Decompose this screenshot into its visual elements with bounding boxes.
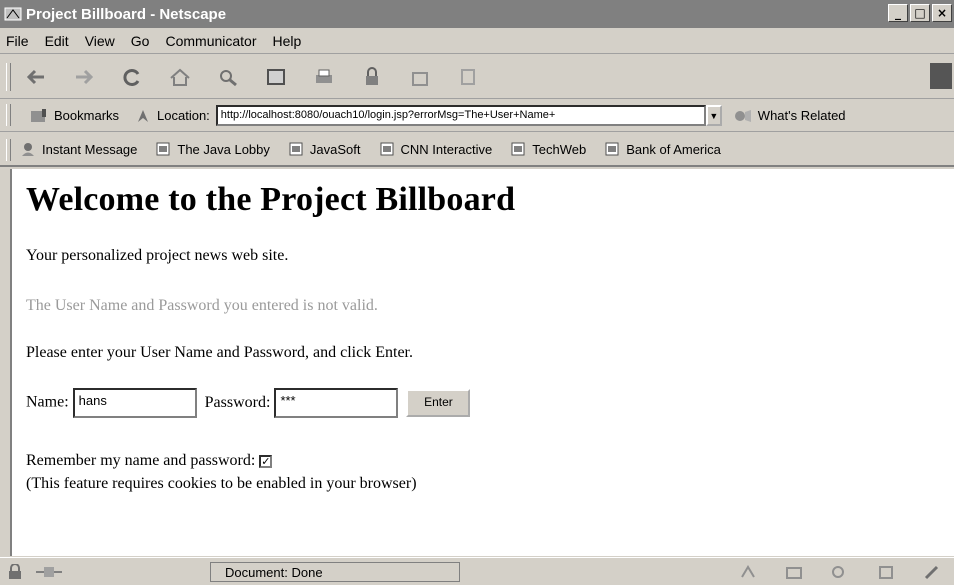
security-lock-icon[interactable] [6,563,26,580]
mailbox-icon[interactable] [784,563,804,581]
navigation-toolbar [0,55,954,99]
status-bar: Document: Done [0,557,954,585]
menu-bar: File Edit View Go Communicator Help [0,28,954,54]
whats-related-button[interactable]: What's Related [732,107,846,125]
maximize-button[interactable]: □ [910,4,930,22]
navigator-icon[interactable] [738,563,758,581]
location-icon [138,109,149,122]
personal-item-instant-message[interactable]: Instant Message [20,141,137,157]
status-left [0,563,210,580]
login-form: Name: hans Password: *** Enter [26,388,471,418]
back-icon[interactable] [22,64,50,90]
minimize-button[interactable]: _ [888,4,908,22]
print-icon[interactable] [310,64,338,90]
page-content: Welcome to the Project Billboard Your pe… [10,169,954,556]
menu-file[interactable]: File [6,33,29,49]
bookmark-page-icon [156,142,170,156]
personal-item-label: JavaSoft [309,141,361,157]
remember-label: Remember my name and password: [26,452,256,469]
location-label: Location: [157,108,210,123]
password-input[interactable]: *** [274,388,399,418]
toolbar-grip[interactable] [6,63,11,91]
enter-button[interactable]: Enter [406,389,471,417]
bookmark-page-icon [605,142,619,156]
instant-message-icon [22,143,34,156]
netscape-icon [4,7,22,21]
personal-item-label: TechWeb [532,141,587,157]
url-input[interactable]: http://localhost:8080/ouach10/login.jsp?… [215,105,706,126]
security-icon[interactable] [358,64,386,90]
personal-item-techweb[interactable]: TechWeb [510,141,586,157]
chevron-down-icon: ▼ [709,110,719,121]
personal-grip[interactable] [6,139,11,161]
name-input[interactable]: hans [72,388,197,418]
password-label: Password: [204,393,271,411]
location-toolbar: Bookmarks Location: http://localhost:808… [0,100,954,132]
bookmarks-icon [31,108,46,122]
location-grip[interactable] [6,104,11,126]
bookmarks-label: Bookmarks [54,108,120,123]
shop-icon[interactable] [406,64,434,90]
remember-checkbox[interactable]: ✓ [259,454,273,468]
menu-help[interactable]: Help [273,33,302,49]
url-dropdown-button[interactable]: ▼ [705,105,722,126]
menu-edit[interactable]: Edit [45,33,69,49]
whats-related-icon [734,109,751,122]
bookmarks-button[interactable]: Bookmarks [28,107,119,125]
bookmark-page-icon [289,142,303,156]
cookie-note: (This feature requires cookies to be ena… [26,475,417,492]
search-icon[interactable] [214,64,242,90]
stop-icon[interactable] [454,64,482,90]
address-book-icon[interactable] [876,563,896,581]
personal-item-label: Instant Message [42,141,138,157]
browser-window: Project Billboard - Netscape _ □ × File … [0,0,954,585]
netscape-throbber[interactable] [930,63,952,89]
menu-view[interactable]: View [85,33,115,49]
status-text: Document: Done [210,561,460,582]
personal-item-java-lobby[interactable]: The Java Lobby [155,141,270,157]
personal-item-label: The Java Lobby [177,141,270,157]
personal-item-label: Bank of America [626,141,721,157]
window-title: Project Billboard - Netscape [26,5,227,23]
online-status-icon[interactable] [34,564,64,580]
forward-icon[interactable] [70,64,98,90]
guide-icon[interactable] [262,64,290,90]
personal-item-label: CNN Interactive [400,141,493,157]
discussion-groups-icon[interactable] [830,563,850,581]
menu-go[interactable]: Go [131,33,150,49]
location-label-group: Location: [133,107,210,125]
home-icon[interactable] [166,64,194,90]
personal-item-cnn[interactable]: CNN Interactive [379,141,493,157]
personal-toolbar: Instant Message The Java Lobby JavaSoft … [0,133,954,167]
personal-item-bank-of-america[interactable]: Bank of America [604,141,721,157]
title-bar: Project Billboard - Netscape _ □ × [0,0,954,28]
bookmark-page-icon [380,142,393,156]
tagline: Your personalized project news web site. [26,247,289,264]
remember-row: Remember my name and password: ✓ [26,452,273,470]
error-message: The User Name and Password you entered i… [26,297,378,314]
name-label: Name: [26,393,69,411]
composer-icon[interactable] [922,563,942,581]
page-heading: Welcome to the Project Billboard [26,181,516,218]
reload-icon[interactable] [118,64,146,90]
login-instruction: Please enter your User Name and Password… [26,344,413,361]
component-bar [738,563,954,581]
close-button[interactable]: × [932,4,952,22]
bookmark-page-icon [511,142,525,156]
menu-communicator[interactable]: Communicator [165,33,256,49]
whats-related-label: What's Related [757,108,846,123]
personal-item-javasoft[interactable]: JavaSoft [288,141,361,157]
